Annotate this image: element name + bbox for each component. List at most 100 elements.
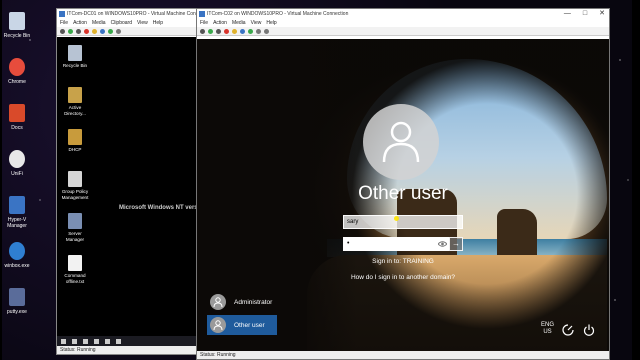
ctrl-alt-del-icon[interactable] — [200, 28, 205, 34]
person-icon — [213, 297, 223, 307]
window-titlebar[interactable]: ITCom-C02 on WINDOWS10PRO - Virtual Mach… — [197, 9, 609, 19]
desktop-icon-chrome[interactable]: Chrome — [2, 54, 32, 100]
desktop-icon-unifi[interactable]: UniFi — [2, 146, 32, 192]
status-bar: Status: Running — [57, 346, 205, 354]
search-icon[interactable] — [72, 338, 77, 344]
guest-icon-label: DHCP — [68, 147, 82, 152]
username-input[interactable]: sary — [343, 215, 463, 229]
letterbox-right — [632, 0, 640, 360]
guest-icon-label: Active Directory... — [64, 105, 86, 116]
another-domain-link[interactable]: How do I sign in to another domain? — [197, 274, 609, 281]
menu-file[interactable]: File — [200, 19, 208, 27]
desktop-icon-label: winbox.exe — [4, 263, 30, 269]
guest-icon-active-directory[interactable]: Active Directory... — [59, 85, 91, 127]
desktop-icon-winbox[interactable]: winbox.exe — [2, 238, 32, 284]
guest-icon-command-file[interactable]: Command offline.txt — [59, 253, 91, 295]
guest-icon-server-manager[interactable]: Server Manager — [59, 211, 91, 253]
winbox-icon — [9, 242, 25, 260]
vm-window-c02[interactable]: ITCom-C02 on WINDOWS10PRO - Virtual Mach… — [196, 8, 610, 360]
reset-icon[interactable] — [248, 28, 253, 34]
guest-screen-c02[interactable]: Other user sary • → Sign in to: TRAINING… — [197, 39, 609, 353]
windows-start-icon[interactable] — [61, 338, 66, 344]
desktop-icon-label: UniFi — [11, 171, 23, 177]
start-icon[interactable] — [208, 28, 213, 34]
ease-of-access-icon[interactable] — [562, 324, 574, 336]
revert-icon[interactable] — [264, 28, 269, 34]
language-code: ENG — [541, 322, 555, 328]
menu-media[interactable]: Media — [92, 19, 106, 27]
maximize-button[interactable]: □ — [583, 9, 587, 19]
menu-bar: File Action Media Clipboard View Help — [57, 19, 205, 27]
docs-icon — [9, 104, 25, 122]
vm-window-dc01[interactable]: ITCom-DC01 on WINDOWS10PRO - Virtual Mac… — [56, 8, 212, 355]
server-manager-icon — [68, 213, 82, 229]
chrome-icon — [9, 58, 25, 76]
menu-action[interactable]: Action — [73, 19, 87, 27]
shutdown-icon[interactable] — [84, 28, 89, 34]
menu-bar: File Action Media View Help — [197, 19, 609, 27]
menu-clipboard[interactable]: Clipboard — [111, 19, 132, 27]
sign-in-domain-text: Sign in to: TRAINING — [372, 258, 434, 265]
vm-connection-icon — [59, 11, 65, 17]
close-button[interactable]: ✕ — [599, 9, 605, 19]
vm-toolbar — [197, 27, 609, 36]
checkpoint-icon[interactable] — [256, 28, 261, 34]
menu-media[interactable]: Media — [232, 19, 246, 27]
turn-off-icon[interactable] — [216, 28, 221, 34]
guest-icon-dhcp[interactable]: DHCP — [59, 127, 91, 169]
password-input[interactable]: • — [343, 237, 449, 251]
guest-icon-label: Server Manager — [65, 231, 85, 242]
language-indicator[interactable]: ENG US — [541, 322, 554, 336]
desktop-icon-docs[interactable]: Docs — [2, 100, 32, 146]
group-policy-icon — [68, 171, 82, 187]
reset-icon[interactable] — [108, 28, 113, 34]
desktop-icon-recycle-bin[interactable]: Recycle Bin — [2, 8, 32, 54]
window-title: ITCom-DC01 on WINDOWS10PRO - Virtual Mac… — [67, 11, 212, 17]
user-tile-label: Other user — [234, 321, 265, 329]
menu-help[interactable]: Help — [153, 19, 163, 27]
explorer-icon[interactable] — [94, 338, 99, 344]
window-titlebar[interactable]: ITCom-DC01 on WINDOWS10PRO - Virtual Mac… — [57, 9, 212, 19]
guest-desktop-icons: Recycle Bin Active Directory... DHCP Gro… — [59, 43, 91, 295]
guest-icon-label: Group Policy Management — [61, 189, 89, 200]
server-manager-taskbar-icon[interactable] — [116, 338, 121, 344]
nt-version-text: Microsoft Windows NT versi — [119, 205, 200, 211]
user-tile-administrator[interactable]: Administrator — [207, 292, 277, 312]
task-view-icon[interactable] — [83, 338, 88, 344]
menu-view[interactable]: View — [251, 19, 262, 27]
desktop-icon-putty[interactable]: putty.exe — [2, 284, 32, 330]
save-icon[interactable] — [232, 28, 237, 34]
save-icon[interactable] — [92, 28, 97, 34]
start-icon[interactable] — [68, 28, 73, 34]
turn-off-icon[interactable] — [76, 28, 81, 34]
menu-view[interactable]: View — [137, 19, 148, 27]
guest-screen-dc01[interactable]: Recycle Bin Active Directory... DHCP Gro… — [57, 37, 205, 354]
guest-taskbar — [57, 336, 205, 346]
recycle-bin-icon — [9, 12, 25, 30]
host-desktop-icons: Recycle Bin Chrome Docs UniFi Hyper-V Ma… — [2, 8, 32, 330]
pause-icon[interactable] — [100, 28, 105, 34]
file-folder-icon[interactable] — [105, 338, 110, 344]
guest-icon-label: Command offline.txt — [64, 273, 86, 284]
desktop-icon-label: putty.exe — [7, 309, 27, 315]
guest-icon-group-policy[interactable]: Group Policy Management — [59, 169, 91, 211]
shutdown-icon[interactable] — [224, 28, 229, 34]
ctrl-alt-del-icon[interactable] — [60, 28, 65, 34]
submit-arrow-button[interactable]: → — [449, 237, 463, 251]
dhcp-icon — [68, 129, 82, 145]
text-file-icon — [68, 255, 82, 271]
guest-icon-recycle-bin[interactable]: Recycle Bin — [59, 43, 91, 85]
user-tile-other-user[interactable]: Other user — [207, 315, 277, 335]
pause-icon[interactable] — [240, 28, 245, 34]
vm-connection-icon — [199, 11, 205, 17]
guest-icon-label: Recycle Bin — [62, 63, 88, 68]
checkpoint-icon[interactable] — [116, 28, 121, 34]
desktop-icon-hyper-v-manager[interactable]: Hyper-V Manager — [2, 192, 32, 238]
menu-help[interactable]: Help — [266, 19, 276, 27]
menu-action[interactable]: Action — [213, 19, 227, 27]
window-title: ITCom-C02 on WINDOWS10PRO - Virtual Mach… — [207, 11, 349, 17]
menu-file[interactable]: File — [60, 19, 68, 27]
minimize-button[interactable]: — — [564, 9, 571, 19]
power-icon[interactable] — [583, 324, 595, 336]
reveal-password-icon[interactable] — [438, 240, 447, 248]
